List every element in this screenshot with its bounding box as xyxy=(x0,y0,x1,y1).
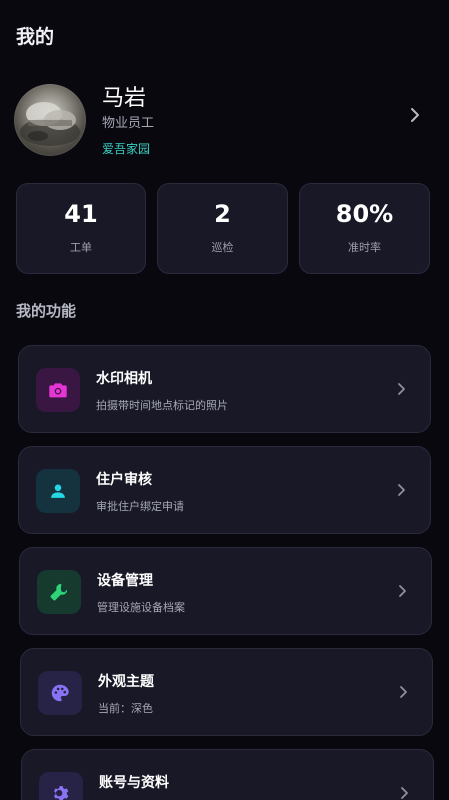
wrench-icon xyxy=(50,583,68,601)
stat-value: 41 xyxy=(64,200,98,228)
feature-icon-box xyxy=(38,671,82,715)
feature-resident-review[interactable]: 住户审核 审批住户绑定申请 xyxy=(18,446,431,534)
stat-card-inspections[interactable]: 2 巡检 xyxy=(157,183,288,274)
feature-device-management[interactable]: 设备管理 管理设施设备档案 xyxy=(19,547,432,635)
camera-icon xyxy=(49,383,67,398)
chevron-right-icon xyxy=(398,484,405,496)
stat-label: 工单 xyxy=(70,241,92,254)
feature-icon-box xyxy=(36,368,80,412)
feature-watermark-camera[interactable]: 水印相机 拍摄带时间地点标记的照片 xyxy=(18,345,431,433)
feature-title: 账号与资料 xyxy=(99,775,169,791)
feature-appearance-theme[interactable]: 外观主题 当前：深色 xyxy=(20,648,433,736)
avatar-image xyxy=(20,102,80,146)
stat-value: 2 xyxy=(214,200,231,228)
avatar xyxy=(14,84,86,156)
feature-title: 住户审核 xyxy=(96,472,152,488)
feature-account-profile[interactable]: 账号与资料 xyxy=(21,749,434,800)
profile-community: 爱吾家园 xyxy=(102,142,151,156)
section-title: 我的功能 xyxy=(16,302,77,320)
palette-icon xyxy=(51,684,69,702)
feature-icon-box xyxy=(39,772,83,800)
feature-desc: 管理设施设备档案 xyxy=(97,601,185,614)
profile-card[interactable]: 马岩 物业员工 爱吾家园 xyxy=(14,80,434,160)
page-title: 我的 xyxy=(16,26,55,48)
feature-desc: 审批住户绑定申请 xyxy=(96,500,184,513)
feature-icon-box xyxy=(37,570,81,614)
stat-card-workorders[interactable]: 41 工单 xyxy=(16,183,146,274)
profile-role: 物业员工 xyxy=(102,116,155,131)
stat-label: 准时率 xyxy=(348,241,381,254)
chevron-right-icon xyxy=(399,585,406,597)
stat-label: 巡检 xyxy=(211,241,234,254)
chevron-right-icon xyxy=(401,787,408,799)
stat-value: 80% xyxy=(335,200,394,228)
feature-desc: 拍摄带时间地点标记的照片 xyxy=(96,399,228,412)
feature-icon-box xyxy=(36,469,80,513)
feature-title: 水印相机 xyxy=(96,371,152,387)
person-icon xyxy=(51,484,65,498)
stat-card-ontime-rate[interactable]: 80% 准时率 xyxy=(299,183,430,274)
profile-page: 我的 马岩 物业员工 爱吾家园 41 工单 2 巡检 80% 准时率 我的功能 xyxy=(0,0,449,800)
chevron-right-icon xyxy=(400,686,407,698)
profile-name: 马岩 xyxy=(102,86,147,111)
feature-title: 外观主题 xyxy=(98,674,154,690)
chevron-right-icon xyxy=(398,383,405,395)
feature-desc: 当前：深色 xyxy=(98,702,153,715)
chevron-right-icon xyxy=(411,108,419,122)
feature-title: 设备管理 xyxy=(97,573,153,589)
gear-icon xyxy=(53,786,69,800)
